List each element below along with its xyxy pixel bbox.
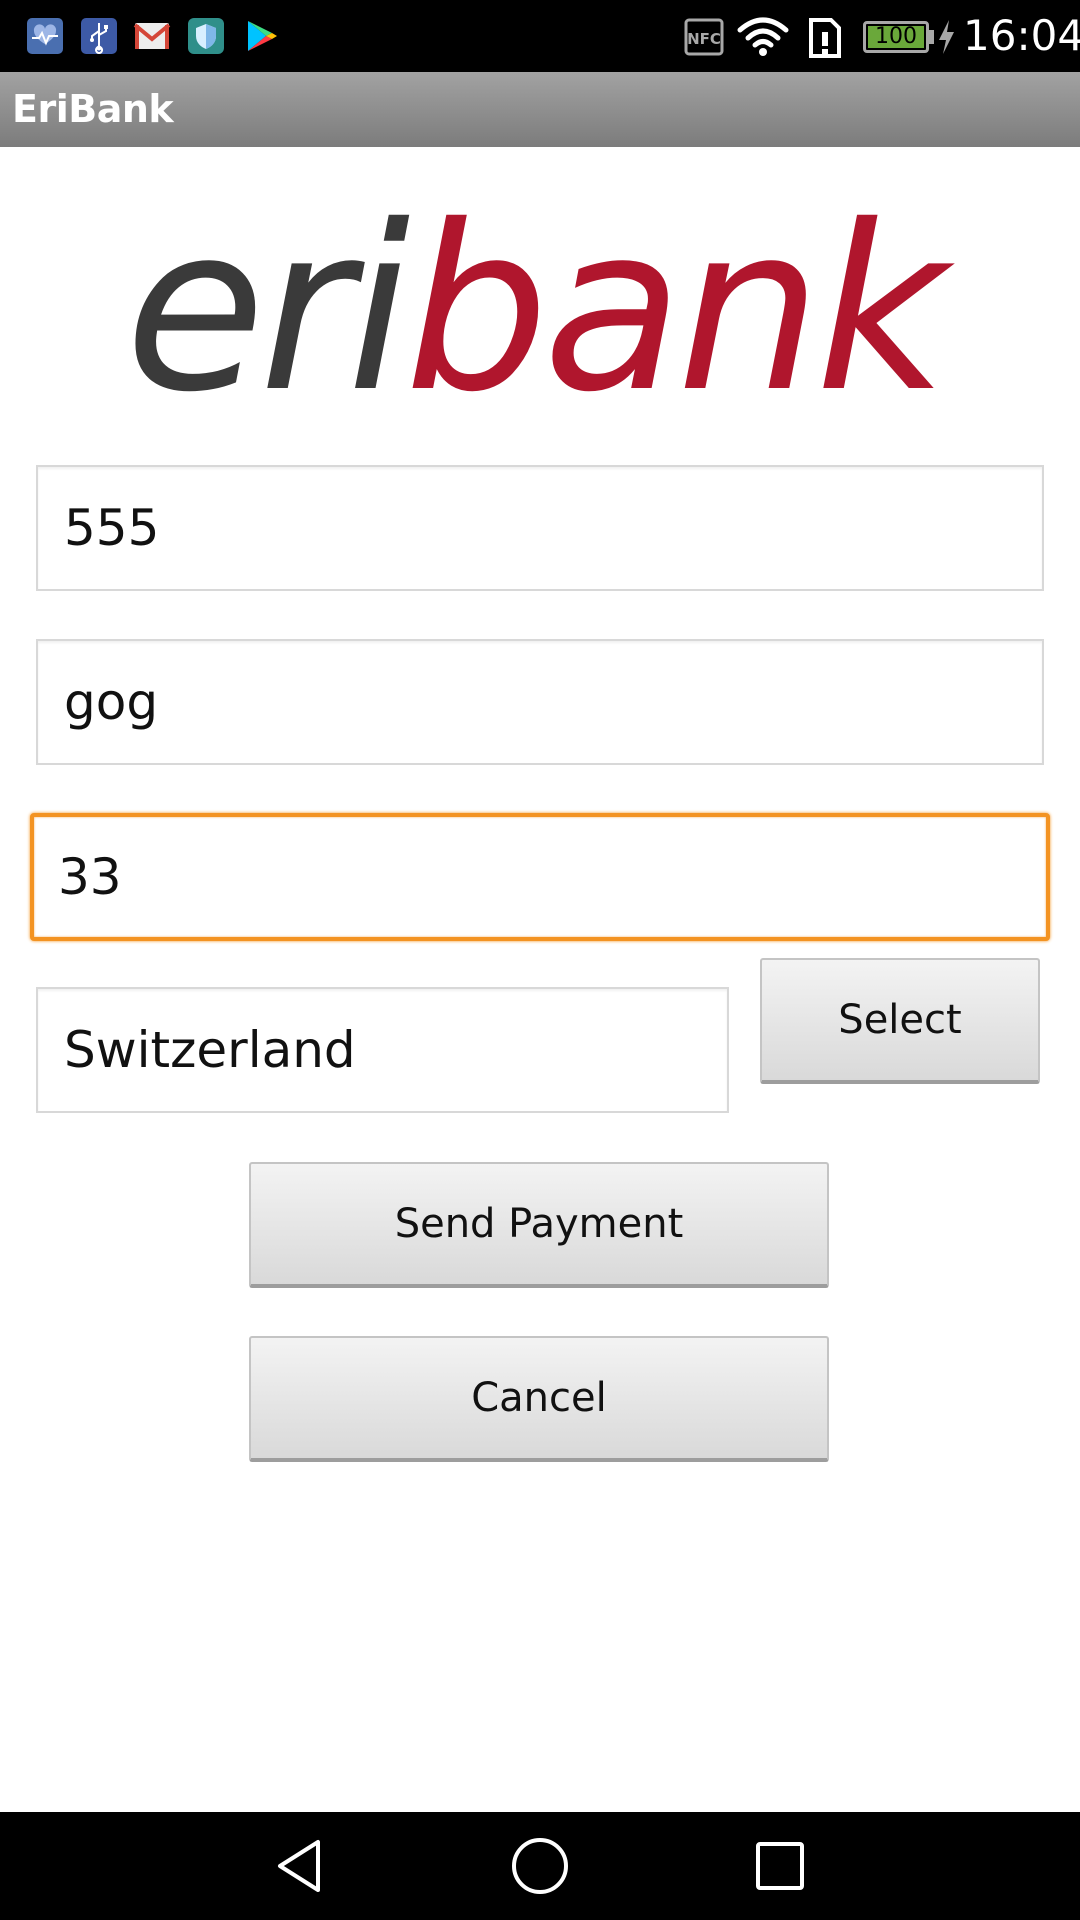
name-field[interactable] xyxy=(36,639,1044,765)
cancel-button[interactable]: Cancel xyxy=(249,1336,829,1462)
svg-text:eribank: eribank xyxy=(125,190,955,415)
battery-cap xyxy=(929,30,934,44)
select-button[interactable]: Select xyxy=(760,958,1040,1084)
status-bar: NFC 100 16:04 xyxy=(0,0,1080,72)
recents-icon[interactable] xyxy=(750,1836,810,1896)
action-bar: EriBank xyxy=(0,72,1080,147)
nfc-icon: NFC xyxy=(684,18,724,56)
heart-monitor-icon xyxy=(27,18,63,54)
play-store-icon xyxy=(248,21,277,51)
screen: NFC 100 16:04 EriBank eribank 555 gog 33… xyxy=(0,0,1080,1920)
logo-part-eri: eri xyxy=(125,190,410,415)
navigation-bar xyxy=(0,1812,1080,1920)
usb-icon xyxy=(81,18,117,54)
home-icon[interactable] xyxy=(510,1836,570,1896)
gmail-icon xyxy=(133,23,171,49)
wifi-icon xyxy=(737,17,789,56)
status-time: 16:04 xyxy=(963,11,1080,60)
logo-part-bank: bank xyxy=(404,190,955,415)
sim-icon xyxy=(809,18,841,58)
country-field[interactable] xyxy=(36,987,729,1113)
back-icon[interactable] xyxy=(270,1836,330,1896)
eribank-logo: eribank xyxy=(125,190,955,415)
send-payment-button[interactable]: Send Payment xyxy=(249,1162,829,1288)
svg-text:NFC: NFC xyxy=(687,30,721,48)
phone-field[interactable] xyxy=(36,465,1044,591)
app-title: EriBank xyxy=(12,87,174,131)
battery-level: 100 xyxy=(875,24,917,49)
battery-icon: 100 xyxy=(863,21,929,53)
shield-icon xyxy=(188,18,224,54)
charging-icon xyxy=(939,20,954,54)
amount-field[interactable] xyxy=(30,813,1050,941)
